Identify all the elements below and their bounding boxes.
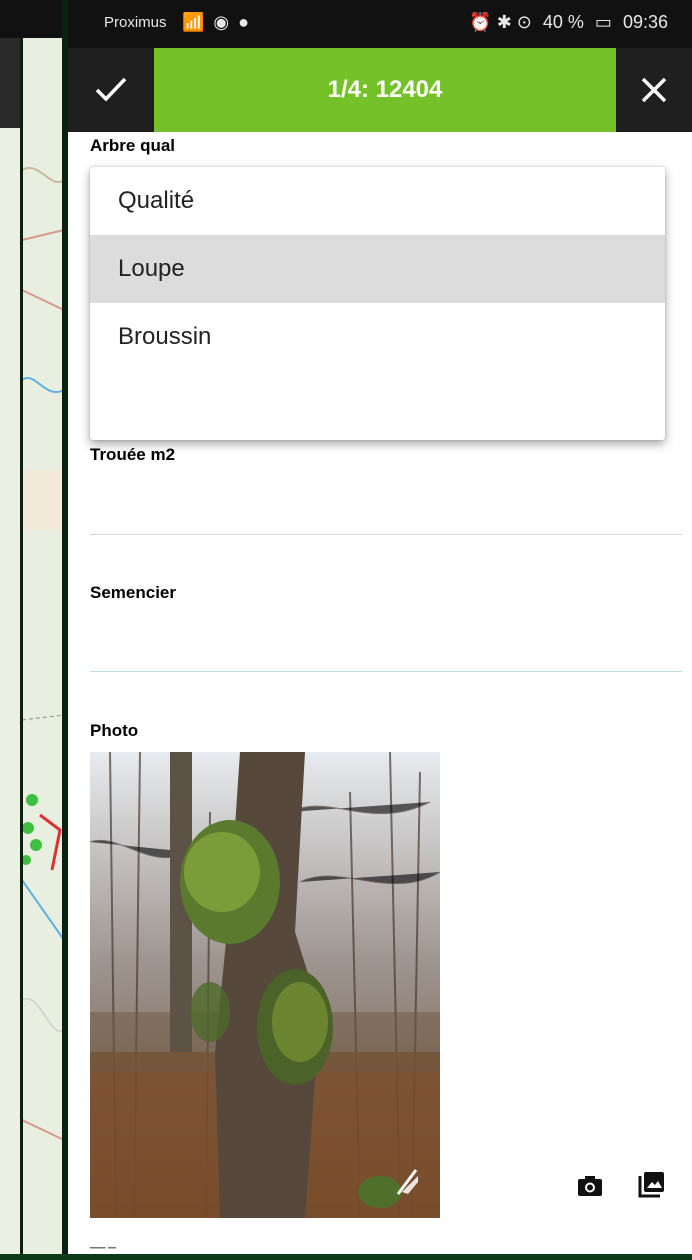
form-title: 1/4: 12404: [154, 48, 616, 132]
status-bar: Proximus 📶 ◉ ● ⏰ ✱ ⊙ 40 % ▭ 09:36: [68, 0, 692, 48]
semencier-label: Semencier: [90, 583, 176, 602]
trouee-label: Trouée m2: [90, 445, 176, 464]
arbre-qual-dropdown-menu: Qualité Loupe Broussin: [90, 167, 665, 440]
close-button[interactable]: [616, 48, 692, 132]
battery-percent: 40 %: [542, 12, 584, 32]
trouee-underline: [90, 534, 682, 535]
semencier-input[interactable]: [90, 612, 682, 670]
gallery-icon: [638, 1172, 664, 1198]
close-icon: [641, 77, 667, 103]
dropdown-option-broussin[interactable]: Broussin: [90, 303, 665, 371]
dropdown-option-loupe[interactable]: Loupe: [90, 235, 665, 303]
tree-photo[interactable]: [90, 752, 440, 1218]
signal-wifi-icons: 📶 ◉ ●: [182, 12, 251, 32]
photo-label: Photo: [90, 721, 139, 740]
form-header: 1/4: 12404: [68, 48, 692, 132]
edit-form-panel: Proximus 📶 ◉ ● ⏰ ✱ ⊙ 40 % ▭ 09:36 1/4: 1…: [68, 0, 692, 1260]
next-field-label-cutoff: ▁▁ ▁: [90, 1238, 116, 1249]
checkmark-icon: [95, 77, 127, 102]
carrier-name: Proximus: [104, 14, 167, 31]
status-right-group: ⏰ ✱ ⊙ 40 % ▭ 09:36: [463, 12, 668, 33]
camera-icon: [578, 1176, 602, 1196]
alarm-bluetooth-location-icons: ⏰ ✱ ⊙: [469, 12, 532, 32]
battery-icon: ▭: [594, 12, 612, 32]
bottom-edge: [0, 1254, 692, 1260]
take-photo-button[interactable]: [576, 1172, 604, 1200]
arbre-qual-label: Arbre qual: [90, 136, 176, 155]
map-lines: [20, 38, 65, 1260]
no-geotag-icon[interactable]: [390, 1164, 426, 1205]
clock-time: 09:36: [622, 12, 668, 32]
semencier-underline: [90, 671, 682, 672]
trouee-input[interactable]: [90, 475, 682, 533]
background-map: [0, 0, 68, 1260]
tree-photo-image: [90, 752, 440, 1218]
location-off-icon: [396, 1169, 418, 1195]
confirm-button[interactable]: [68, 48, 154, 132]
dropdown-option-qualite[interactable]: Qualité: [90, 167, 665, 235]
pick-from-gallery-button[interactable]: [638, 1170, 666, 1198]
